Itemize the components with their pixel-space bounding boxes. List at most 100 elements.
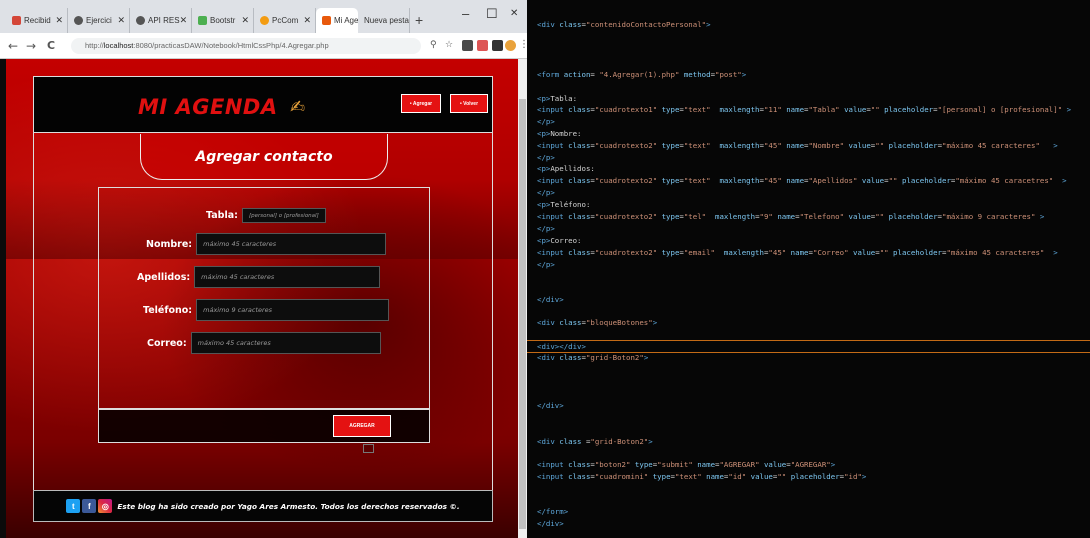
tab-strip: Recibid ✕ Ejercici ✕ API RES ✕ Bootstr ✕ PcC… xyxy=(0,0,527,33)
tab-pccom[interactable]: PcCom ✕ xyxy=(254,8,316,33)
agregar-submit-button[interactable]: AGREGAR xyxy=(333,415,391,437)
back-button[interactable]: ← xyxy=(8,39,18,53)
code-token: </form> xyxy=(537,507,569,516)
star-icon[interactable]: ☆ xyxy=(445,40,453,50)
forward-button[interactable]: → xyxy=(26,39,36,53)
extension-icon[interactable] xyxy=(477,40,488,51)
current-line-highlight xyxy=(527,340,1090,353)
id-input[interactable] xyxy=(363,444,374,453)
code-token: type xyxy=(630,460,653,469)
globe-icon xyxy=(74,16,83,25)
code-token: maxlength xyxy=(715,248,764,257)
apellidos-input[interactable]: máximo 45 caracteres xyxy=(194,266,381,288)
minimize-button[interactable]: – xyxy=(462,6,469,21)
tab-ejercicio[interactable]: Ejercici ✕ xyxy=(68,8,130,33)
code-token: class xyxy=(559,318,582,327)
code-token: "grid-Boton2" xyxy=(590,437,649,446)
code-line: <input class="cuadrotexto1" type="text" … xyxy=(537,105,1071,114)
code-editor[interactable]: <div class="contenidoContactoPersonal"> … xyxy=(527,0,1090,538)
code-line: <div class="grid-Boton2"> xyxy=(537,353,648,362)
code-token: "submit" xyxy=(657,460,693,469)
close-window-button[interactable]: ✕ xyxy=(510,8,518,19)
scrollbar-thumb[interactable] xyxy=(519,99,526,529)
code-token: </p> xyxy=(537,260,555,269)
telefono-input[interactable]: máximo 9 caracteres xyxy=(196,299,390,321)
code-token: value xyxy=(759,460,787,469)
contact-form: Tabla: [personal] o [profesional] Nombre… xyxy=(98,187,430,409)
code-token: "AGREGAR" xyxy=(719,460,760,469)
code-token: maxlength xyxy=(710,141,760,150)
code-token: name xyxy=(781,141,805,150)
maximize-button[interactable]: ☐ xyxy=(486,6,498,22)
correo-input[interactable]: máximo 45 caracteres xyxy=(190,332,381,354)
new-tab-button[interactable]: + xyxy=(415,12,423,28)
tab-label: Ejercici xyxy=(86,16,112,25)
menu-icon[interactable]: ⋮ xyxy=(519,39,527,50)
close-tab-icon[interactable]: ✕ xyxy=(241,15,249,26)
pccom-icon xyxy=(260,16,269,25)
browser-window: Recibid ✕ Ejercici ✕ API RES ✕ Bootstr ✕ PcC… xyxy=(0,0,527,538)
screenshot-root: Recibid ✕ Ejercici ✕ API RES ✕ Bootstr ✕ PcC… xyxy=(0,0,1090,538)
code-token: <input xyxy=(537,472,569,481)
code-token: > xyxy=(652,318,658,327)
nombre-input[interactable]: máximo 45 caracteres xyxy=(196,233,387,255)
code-token: class xyxy=(568,141,591,150)
code-token: "id" xyxy=(844,472,862,481)
code-token: > xyxy=(1039,141,1058,150)
code-line: </div> xyxy=(537,295,564,304)
code-token: "máximo 9 caracteres" xyxy=(942,212,1036,221)
code-token: "" xyxy=(879,248,889,257)
tab-bootstrap[interactable]: Bootstr ✕ xyxy=(192,8,254,33)
code-token: <div xyxy=(537,20,560,29)
close-tab-icon[interactable]: ✕ xyxy=(303,15,311,26)
close-tab-icon[interactable]: ✕ xyxy=(409,15,410,26)
close-tab-icon[interactable]: ✕ xyxy=(180,15,188,26)
code-token: name xyxy=(781,176,805,185)
footer-text: Este blog ha sido creado por Yago Ares A… xyxy=(117,501,460,511)
code-token: <div xyxy=(537,353,560,362)
twitter-icon[interactable]: t xyxy=(66,499,81,513)
code-token: value xyxy=(848,248,876,257)
code-token: "cuadromini" xyxy=(594,472,649,481)
code-token: class xyxy=(568,472,591,481)
code-line: <input class="cuadrotexto2" type="tel" m… xyxy=(537,212,1044,221)
site-logo[interactable]: MI AGENDA xyxy=(138,95,278,119)
code-token: name xyxy=(692,460,716,469)
reload-button[interactable]: C xyxy=(47,39,55,52)
code-line: </form> xyxy=(537,507,568,516)
tab-nueva-pestana[interactable]: Nueva pesta✕ xyxy=(358,8,410,33)
close-tab-icon[interactable]: ✕ xyxy=(117,15,125,26)
code-token: "Nombre" xyxy=(808,141,845,150)
code-token: type xyxy=(648,472,671,481)
volver-nav-button[interactable]: • Volver xyxy=(450,94,488,113)
code-line: <input class="cuadromini" type="text" na… xyxy=(537,472,866,481)
field-row-telefono: Teléfono: máximo 9 caracteres xyxy=(143,299,390,321)
search-icon[interactable]: ⚲ xyxy=(430,40,437,50)
code-token: "11" xyxy=(763,105,782,114)
agregar-nav-button[interactable]: • Agregar xyxy=(401,94,441,113)
code-token: type xyxy=(657,212,680,221)
tabla-input[interactable]: [personal] o [profesional] xyxy=(241,208,326,223)
profile-avatar[interactable] xyxy=(505,40,516,51)
code-token: "Correo" xyxy=(812,248,849,257)
code-token: "máximo 45 caracteres" xyxy=(942,141,1040,150)
code-token: class xyxy=(559,353,582,362)
code-token: placeholder xyxy=(879,105,934,114)
close-tab-icon[interactable]: ✕ xyxy=(55,15,63,26)
code-token: </p> xyxy=(537,224,555,233)
code-token: "text" xyxy=(683,105,711,114)
code-token: <p> xyxy=(537,200,551,209)
tab-recibidos[interactable]: Recibid ✕ xyxy=(6,8,68,33)
instagram-icon[interactable]: ◎ xyxy=(98,499,113,513)
extension-icon[interactable] xyxy=(462,40,473,51)
tab-api-rest[interactable]: API RES ✕ xyxy=(130,8,192,33)
tab-mi-agenda[interactable]: Mi Age✕ xyxy=(316,8,358,33)
page-scrollbar[interactable] xyxy=(518,59,527,538)
facebook-icon[interactable]: f xyxy=(82,499,97,513)
code-token: "45" xyxy=(763,176,782,185)
code-token: "" xyxy=(875,212,885,221)
url-field[interactable]: http://localhost:8080/practicasDAW/Noteb… xyxy=(71,38,421,54)
extension-icon[interactable] xyxy=(492,40,503,51)
code-token: placeholder xyxy=(897,176,951,185)
code-token: class xyxy=(568,176,591,185)
